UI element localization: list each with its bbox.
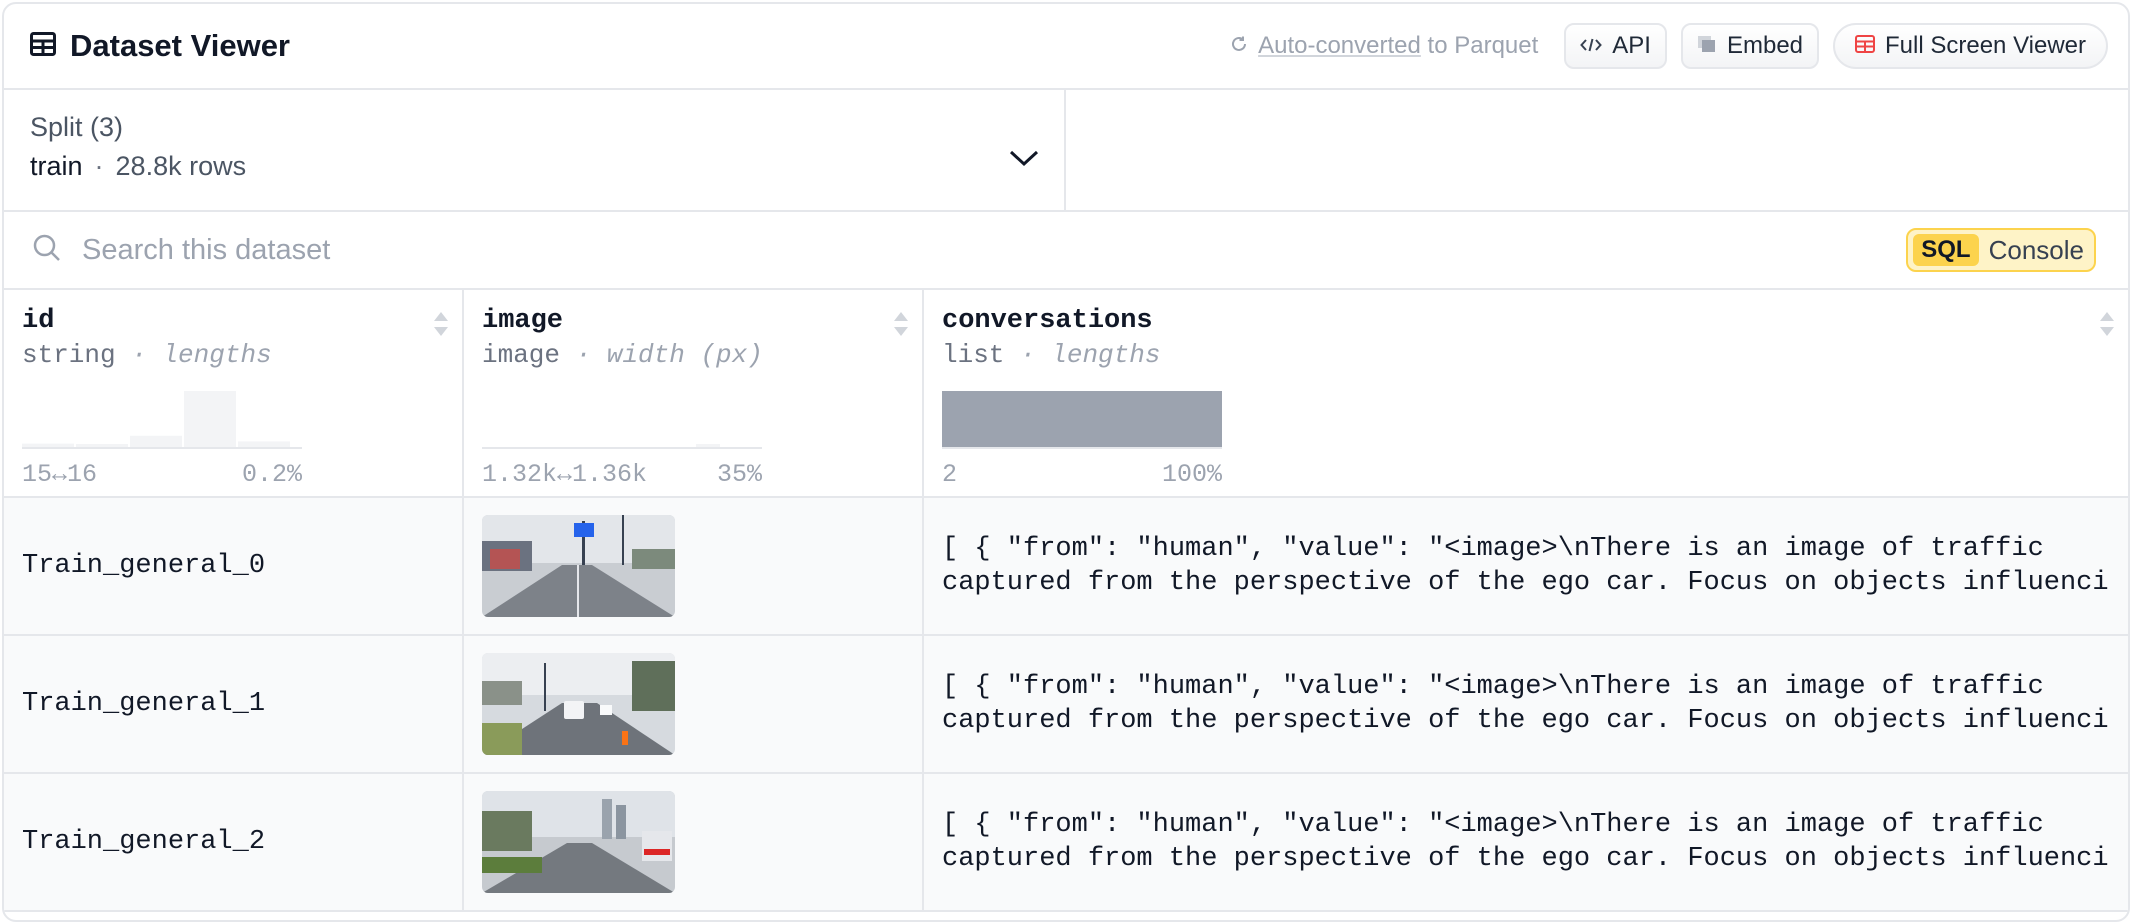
sort-icon[interactable] — [892, 310, 910, 343]
histogram-range: 2 — [942, 460, 958, 489]
cell-id: Train_general_2 — [22, 827, 266, 857]
split-row-empty — [1066, 90, 2128, 210]
column-name: image — [482, 306, 564, 336]
viewer-header: Dataset Viewer Auto-converted to Parquet… — [4, 4, 2128, 90]
data-table: id string · lengths 15↔16 0.2% image ima… — [4, 290, 2128, 912]
histogram-bar[interactable] — [22, 443, 74, 447]
conversation-line: captured from the perspective of the ego… — [942, 706, 2110, 736]
conversation-line: [ { "from": "human", "value": "<image>\n… — [942, 810, 2044, 840]
search-icon — [32, 233, 62, 268]
conversation-line: [ { "from": "human", "value": "<image>\n… — [942, 534, 2044, 564]
column-stat: lengths — [1051, 340, 1161, 370]
histogram-range: 1.32k↔1.36k — [482, 460, 648, 489]
embed-button[interactable]: Embed — [1680, 23, 1820, 69]
embed-icon — [1697, 32, 1717, 60]
table-row[interactable]: Train_general_1 [ { "from": "human", "va… — [4, 636, 2128, 774]
refresh-icon — [1230, 32, 1248, 60]
column-header-id[interactable]: id string · lengths 15↔16 0.2% — [4, 290, 464, 496]
histogram-range: 15↔16 — [22, 460, 98, 489]
split-label: Split (3) — [30, 112, 124, 142]
image-thumbnail[interactable] — [482, 653, 675, 755]
conversation-line: captured from the perspective of the ego… — [942, 844, 2110, 874]
console-label: Console — [1988, 234, 2084, 265]
split-row: Split (3) train · 28.8k rows — [4, 90, 2128, 212]
api-button[interactable]: API — [1564, 23, 1667, 69]
column-header-conversations[interactable]: conversations list · lengths 2 100% — [924, 290, 2128, 496]
search-input[interactable] — [82, 233, 982, 267]
histogram-bar[interactable] — [76, 444, 128, 447]
embed-label: Embed — [1726, 32, 1804, 59]
histogram-conversations — [942, 391, 1222, 449]
auto-converted-text: Auto-converted — [1258, 32, 1421, 59]
full-screen-label: Full Screen Viewer — [1885, 32, 2086, 59]
histogram-percent: 0.2% — [241, 460, 302, 489]
histogram-bar[interactable] — [184, 391, 236, 447]
conversation-line: captured from the perspective of the ego… — [942, 568, 2110, 598]
full-screen-viewer-button[interactable]: Full Screen Viewer — [1833, 23, 2108, 69]
sort-icon[interactable] — [2098, 310, 2116, 343]
table-icon — [30, 31, 56, 61]
histogram-bar[interactable] — [238, 441, 290, 447]
image-thumbnail[interactable] — [482, 515, 675, 617]
table-row[interactable]: Train_general_2 [ { "from": "human", "va… — [4, 774, 2128, 912]
histogram-image — [482, 444, 762, 449]
sql-console-button[interactable]: SQL Console — [1906, 228, 2096, 272]
auto-converted-link[interactable]: Auto-converted to Parquet — [1230, 32, 1538, 60]
column-name: conversations — [942, 306, 1153, 336]
dataset-viewer: Dataset Viewer Auto-converted to Parquet… — [2, 2, 2130, 922]
to-parquet-text: to Parquet — [1427, 32, 1539, 59]
column-header-row: id string · lengths 15↔16 0.2% image ima… — [4, 290, 2128, 498]
histogram-id — [22, 391, 302, 449]
column-header-image[interactable]: image image · width (px) 1.32k↔1.36k 35% — [464, 290, 924, 496]
histogram-percent: 100% — [1161, 460, 1222, 489]
split-dropdown[interactable]: Split (3) train · 28.8k rows — [4, 90, 1066, 210]
histogram-bar[interactable] — [130, 435, 182, 447]
histogram-bar[interactable] — [696, 444, 720, 447]
table-red-icon — [1855, 32, 1876, 60]
split-row-count: 28.8k rows — [115, 151, 247, 181]
sort-icon[interactable] — [432, 310, 450, 343]
table-row[interactable]: Train_general_0 [ { "from": "human", "va… — [4, 498, 2128, 636]
split-separator: · — [94, 151, 104, 181]
image-thumbnail[interactable] — [482, 791, 675, 893]
histogram-bar[interactable] — [942, 391, 1222, 447]
chevron-down-icon — [1008, 148, 1040, 173]
column-type: list — [942, 340, 1005, 370]
cell-id: Train_general_0 — [22, 551, 266, 581]
api-label: API — [1612, 32, 1651, 59]
column-name: id — [22, 306, 55, 336]
column-type: image — [482, 340, 561, 370]
page-title: Dataset Viewer — [70, 28, 290, 63]
column-stat: width (px) — [606, 340, 763, 370]
cell-id: Train_general_1 — [22, 689, 266, 719]
conversation-line: [ { "from": "human", "value": "<image>\n… — [942, 672, 2044, 702]
histogram-percent: 35% — [716, 460, 762, 489]
split-value: train — [30, 151, 83, 181]
column-stat: lengths — [162, 340, 272, 370]
search-row: SQL Console — [4, 212, 2128, 290]
column-type: string — [22, 340, 116, 370]
code-icon — [1580, 32, 1603, 60]
sql-tag: SQL — [1913, 234, 1979, 266]
